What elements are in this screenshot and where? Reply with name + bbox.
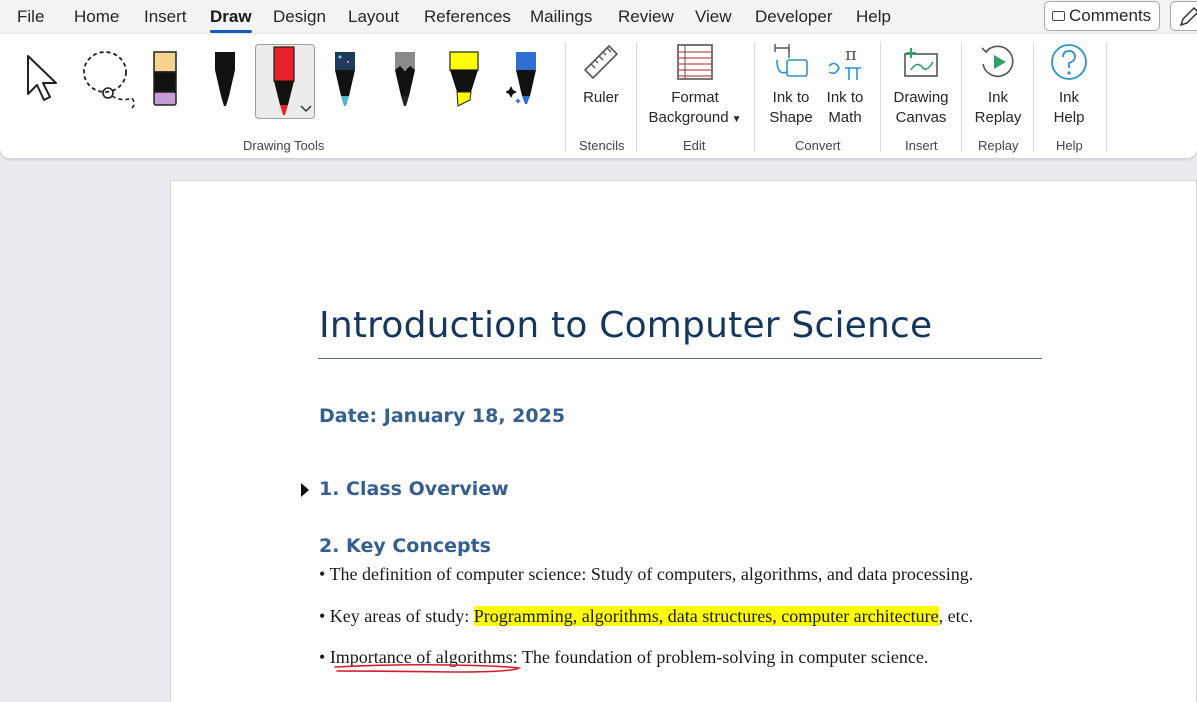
ribbon-separator: [880, 42, 881, 152]
drawing-canvas-icon: [904, 48, 938, 77]
ink-help-label-2: Help: [1053, 109, 1085, 126]
highlighter-tool[interactable]: [446, 42, 490, 112]
galaxy-pen-icon: [335, 52, 355, 106]
ink-replay-icon: [981, 45, 1014, 78]
pencil-tool[interactable]: [390, 42, 434, 112]
ribbon-separator: [754, 42, 755, 152]
red-pen-tool[interactable]: [255, 44, 315, 119]
ink-replay-label-2: Replay: [974, 109, 1022, 126]
chevron-down-icon: ▼: [731, 114, 742, 125]
bullet-importance-prefix: •: [319, 647, 330, 667]
group-label-stencils: Stencils: [579, 138, 625, 153]
menu-draw[interactable]: Draw: [210, 7, 252, 33]
ink-replay-button[interactable]: Ink Replay: [971, 42, 1025, 128]
ribbon-separator: [961, 42, 962, 152]
ink-to-shape-icon: [774, 44, 808, 77]
document-date: Date: January 18, 2025: [319, 405, 566, 427]
menu-insert[interactable]: Insert: [144, 7, 187, 27]
heading-class-overview: 1. Class Overview: [319, 478, 509, 500]
black-pen-tool[interactable]: [210, 42, 254, 112]
draw-ribbon: Drawing Tools Ruler Stencils Format Back…: [0, 34, 1197, 158]
bullet-importance-suffix: : The foundation of problem-solving in c…: [512, 647, 929, 667]
bullet-definition: • The definition of computer science: St…: [319, 564, 974, 584]
ribbon-separator: [1033, 42, 1034, 152]
help-question-icon: [1051, 44, 1087, 80]
format-background-label-1: Format: [671, 89, 719, 106]
bullet-key-areas-prefix: • Key areas of study:: [319, 606, 474, 626]
menu-file[interactable]: File: [17, 7, 44, 27]
ink-replay-label-1: Ink: [987, 89, 1008, 106]
group-label-insert: Insert: [905, 138, 938, 153]
chevron-down-icon[interactable]: [300, 105, 312, 113]
ruler-label: Ruler: [583, 89, 619, 106]
collapse-caret-icon[interactable]: [301, 483, 309, 497]
lasso-icon: [83, 51, 135, 109]
document-title: Introduction to Computer Science: [319, 305, 933, 346]
menu-developer[interactable]: Developer: [755, 7, 833, 27]
bullet-key-areas-suffix: , etc.: [938, 606, 974, 626]
drawing-canvas-label-2: Canvas: [895, 109, 947, 126]
document-page[interactable]: Introduction to Computer Science Date: J…: [170, 180, 1197, 702]
menu-home[interactable]: Home: [74, 7, 119, 27]
ink-help-label-1: Ink: [1058, 89, 1079, 106]
svg-text:π: π: [845, 44, 857, 65]
format-background-button[interactable]: Format Background ▼: [645, 42, 745, 130]
ink-to-shape-button[interactable]: Ink to Shape: [766, 42, 816, 128]
group-label-convert: Convert: [795, 138, 841, 153]
select-tool[interactable]: [22, 42, 66, 112]
format-background-icon: [677, 44, 713, 80]
ribbon-separator: [565, 42, 566, 152]
ink-to-shape-label-2: Shape: [769, 109, 813, 126]
action-pen-tool[interactable]: [506, 42, 550, 112]
ink-to-math-button[interactable]: π Ink to Math: [822, 42, 868, 128]
eraser-tool[interactable]: [150, 42, 194, 112]
menu-view[interactable]: View: [695, 7, 732, 27]
group-label-help: Help: [1056, 138, 1083, 153]
pencil-icon: [395, 52, 415, 106]
menu-review[interactable]: Review: [618, 7, 674, 27]
pencil-edit-icon: [1179, 6, 1197, 27]
title-underline: [318, 358, 1042, 359]
galaxy-pen-tool[interactable]: [330, 42, 374, 112]
highlighted-text: Programming, algorithms, data structures…: [473, 606, 939, 626]
red-ink-underline-stroke[interactable]: [333, 661, 533, 677]
black-pen-icon: [215, 52, 235, 106]
ink-to-math-icon: π: [828, 44, 861, 80]
ink-to-math-label-2: Math: [828, 109, 862, 126]
ribbon-separator: [636, 42, 637, 152]
group-label-edit: Edit: [683, 138, 706, 153]
menu-layout[interactable]: Layout: [348, 7, 399, 27]
action-pen-icon: [506, 52, 536, 104]
ink-to-math-label-1: Ink to: [826, 89, 864, 106]
ruler-button[interactable]: Ruler: [578, 42, 624, 108]
group-label-drawing-tools: Drawing Tools: [243, 138, 325, 153]
comment-icon: [1052, 11, 1065, 21]
format-background-label-2: Background: [648, 109, 729, 126]
menu-help[interactable]: Help: [856, 7, 891, 27]
comments-button[interactable]: Comments: [1044, 1, 1160, 31]
select-arrow-icon: [27, 55, 57, 101]
ink-help-button[interactable]: Ink Help: [1046, 42, 1092, 128]
ribbon-separator: [1106, 42, 1107, 152]
lasso-select-tool[interactable]: [80, 42, 140, 112]
yellow-highlighter-icon: [449, 51, 479, 107]
group-label-replay: Replay: [978, 138, 1019, 153]
menu-bar: File Home Insert Draw Design Layout Refe…: [0, 0, 1197, 34]
comments-label: Comments: [1069, 6, 1152, 25]
ink-to-shape-label-1: Ink to: [772, 89, 810, 106]
heading-key-concepts: 2. Key Concepts: [319, 535, 491, 557]
drawing-canvas-button[interactable]: Drawing Canvas: [889, 42, 953, 128]
editing-mode-button[interactable]: [1170, 1, 1197, 31]
eraser-icon: [153, 51, 177, 106]
menu-references[interactable]: References: [424, 7, 511, 27]
bullet-key-areas: • Key areas of study: Programming, algor…: [319, 606, 973, 627]
ruler-icon: [583, 44, 619, 80]
menu-mailings[interactable]: Mailings: [530, 7, 592, 27]
drawing-canvas-label-1: Drawing: [893, 89, 949, 106]
menu-design[interactable]: Design: [273, 7, 326, 27]
